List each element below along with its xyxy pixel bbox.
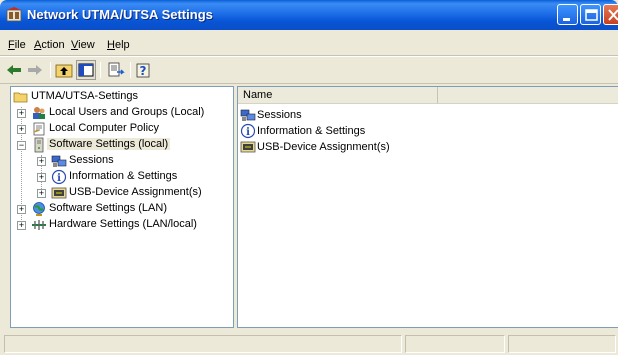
tree-item-label: Local Computer Policy <box>49 122 160 134</box>
back-button[interactable] <box>4 60 24 80</box>
back-arrow-icon <box>7 65 21 75</box>
tree-item-local-policy[interactable]: + Local Computer Policy <box>17 121 231 137</box>
status-panel-2 <box>405 335 505 353</box>
console-tree-icon <box>78 63 94 77</box>
menu-separator-highlight <box>0 56 618 57</box>
tree-expander[interactable]: + <box>37 173 46 182</box>
tree-item-label: Information & Settings <box>69 170 178 182</box>
menu-action-rest: ction <box>41 39 65 51</box>
menu-action[interactable]: Action <box>34 39 65 51</box>
list-item-information[interactable]: i Information & Settings <box>240 123 440 139</box>
svg-text:i: i <box>57 173 61 184</box>
network-icon <box>32 220 46 230</box>
tree-item-sessions[interactable]: + Sessions <box>37 153 231 169</box>
up-one-level-button[interactable] <box>54 60 74 80</box>
sessions-icon <box>51 155 67 167</box>
tree-expander[interactable]: + <box>17 205 26 214</box>
export-list-button[interactable] <box>106 60 126 80</box>
svg-text:i: i <box>246 127 250 138</box>
users-icon <box>33 107 45 119</box>
policy-icon <box>33 122 45 136</box>
tree-item-usb[interactable]: + USB-Device Assignment(s) <box>37 185 231 201</box>
tree-expander[interactable]: + <box>37 189 46 198</box>
tree-root-label: UTMA/UTSA-Settings <box>31 90 138 102</box>
column-header-label: Name <box>243 89 273 101</box>
usb-device-icon <box>240 141 256 153</box>
app-icon <box>6 7 22 22</box>
result-list[interactable]: Name Sessions i Information & Settings U… <box>237 86 618 328</box>
status-bar <box>0 332 618 355</box>
info-icon: i <box>51 169 67 185</box>
menu-view-rest: iew <box>78 39 95 51</box>
column-header-name[interactable]: Name <box>238 87 438 104</box>
toolbar-divider-3 <box>130 62 131 78</box>
tree-item-hardware[interactable]: + Hardware Settings (LAN/local) <box>17 217 231 233</box>
sessions-icon <box>240 109 256 121</box>
forward-arrow-icon <box>28 65 42 75</box>
list-item-label: Information & Settings <box>257 125 366 137</box>
menu-help[interactable]: Help <box>107 39 130 51</box>
column-header-empty <box>438 87 618 104</box>
show-hide-console-tree-button[interactable] <box>76 60 96 80</box>
menu-help-accel: H <box>107 39 115 51</box>
close-button[interactable] <box>603 4 618 25</box>
forward-button[interactable] <box>25 60 45 80</box>
title-bar[interactable]: Network UTMA/UTSA Settings <box>0 0 618 30</box>
tree-item-software-lan[interactable]: + Software Settings (LAN) <box>17 201 231 217</box>
list-item-sessions[interactable]: Sessions <box>240 107 440 123</box>
menu-file-rest: ile <box>14 39 26 51</box>
tree-expander[interactable]: + <box>17 109 26 118</box>
tree-expander[interactable]: + <box>17 125 26 134</box>
tree-item-label: Hardware Settings (LAN/local) <box>49 218 197 230</box>
status-panel-3 <box>508 335 616 353</box>
menu-view[interactable]: View <box>71 39 95 51</box>
toolbar-separator <box>0 83 618 84</box>
export-list-icon <box>108 62 125 77</box>
tree-item-information[interactable]: + i Information & Settings <box>37 169 231 185</box>
tree-expander[interactable]: + <box>17 221 26 230</box>
menu-file[interactable]: File <box>8 39 26 51</box>
folder-up-icon <box>55 64 73 78</box>
window-title: Network UTMA/UTSA Settings <box>27 7 213 22</box>
globe-icon <box>33 202 45 216</box>
help-button[interactable]: ? <box>134 60 154 80</box>
list-item-usb[interactable]: USB-Device Assignment(s) <box>240 139 440 155</box>
tree-item-label: USB-Device Assignment(s) <box>69 186 202 198</box>
console-tree[interactable]: UTMA/UTSA-Settings + Local Users and Gro… <box>10 86 234 328</box>
maximize-button[interactable] <box>580 4 601 25</box>
close-icon <box>608 9 618 21</box>
menu-file-accel: F <box>8 39 15 51</box>
tree-root[interactable]: UTMA/UTSA-Settings <box>13 89 233 105</box>
tree-expander[interactable]: + <box>37 157 46 166</box>
tree-item-software-local[interactable]: − Software Settings (local) <box>17 137 231 153</box>
tree-item-label: Software Settings (LAN) <box>49 202 167 214</box>
tree-collapser[interactable]: − <box>17 141 26 150</box>
minimize-icon <box>563 18 570 21</box>
server-icon <box>34 137 44 153</box>
toolbar: ? <box>0 58 618 82</box>
tree-item-label: Sessions <box>69 154 114 166</box>
toolbar-divider-2 <box>100 62 101 78</box>
svg-text:?: ? <box>140 64 147 78</box>
menu-help-rest: elp <box>114 39 130 51</box>
usb-device-icon <box>51 187 67 199</box>
help-icon: ? <box>136 63 150 78</box>
tree-item-local-users[interactable]: + Local Users and Groups (Local) <box>17 105 231 121</box>
main-window: Network UTMA/UTSA Settings File Action V… <box>0 0 618 355</box>
maximize-icon <box>585 9 598 21</box>
info-icon: i <box>240 123 256 139</box>
toolbar-divider <box>50 62 51 78</box>
list-item-label: Sessions <box>257 109 302 121</box>
tree-item-label: Software Settings (local) <box>47 138 171 150</box>
status-panel-main <box>4 335 402 353</box>
list-item-label: USB-Device Assignment(s) <box>257 141 390 153</box>
menu-bar: File Action View Help <box>0 36 618 54</box>
folder-icon <box>13 92 28 103</box>
minimize-button[interactable] <box>557 4 578 25</box>
tree-item-label: Local Users and Groups (Local) <box>49 106 205 118</box>
